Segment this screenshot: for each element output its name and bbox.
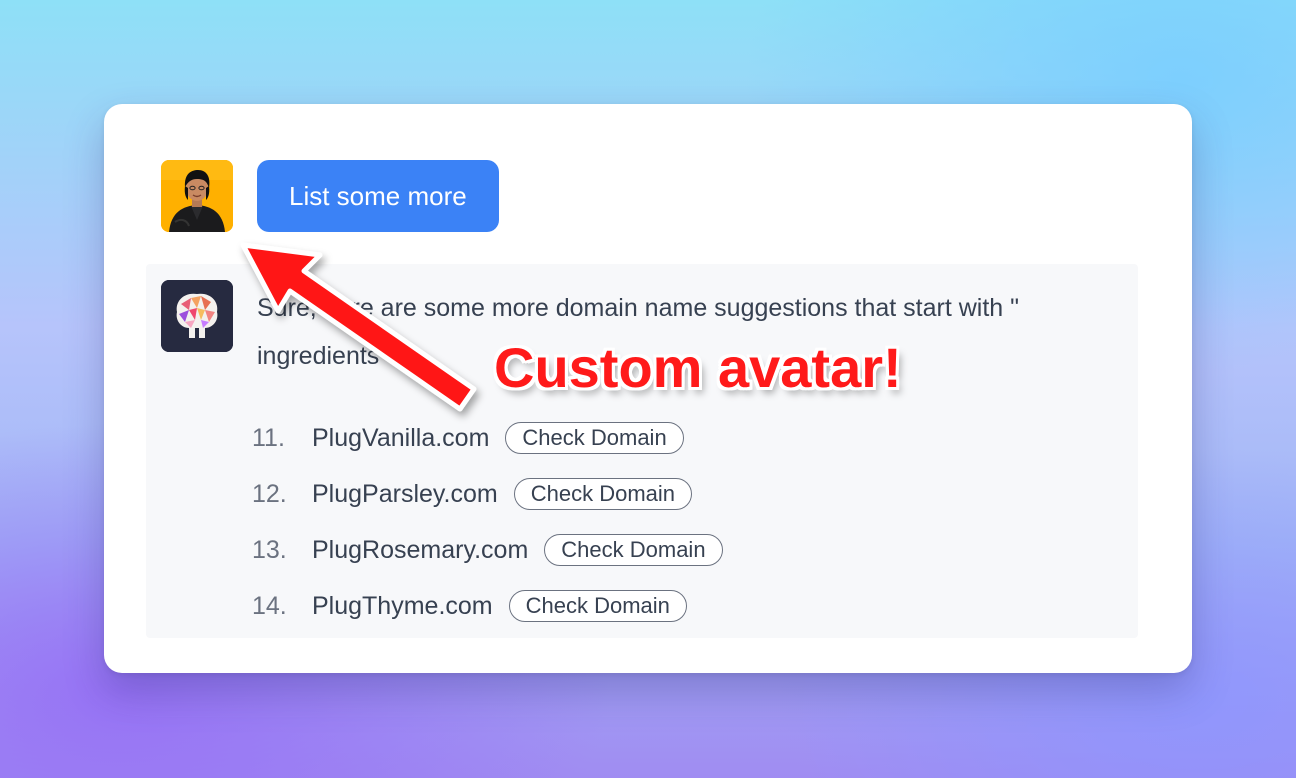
user-avatar (161, 160, 233, 232)
list-item: 12. PlugParsley.com Check Domain (252, 466, 723, 522)
check-domain-button[interactable]: Check Domain (505, 422, 684, 454)
bot-message-row: Sure, here are some more domain name sug… (146, 264, 1138, 638)
user-message-row: List some more (161, 160, 499, 232)
brain-logo-icon (161, 280, 233, 352)
custom-avatar-callout: Custom avatar! (494, 336, 902, 399)
list-item: 13. PlugRosemary.com Check Domain (252, 522, 723, 578)
list-item-number: 11. (252, 423, 285, 452)
list-item: 14. PlugThyme.com Check Domain (252, 578, 723, 634)
list-item: 11. PlugVanilla.com Check Domain (252, 410, 723, 466)
bot-avatar (161, 280, 233, 352)
domain-suggestions-list: 11. PlugVanilla.com Check Domain 12. Plu… (252, 410, 723, 634)
check-domain-button[interactable]: Check Domain (513, 478, 692, 510)
bot-message-line-1: Sure, here are some more domain name sug… (257, 294, 1020, 322)
list-item-number: 14. (252, 591, 287, 620)
domain-name: PlugVanilla.com (312, 423, 490, 452)
domain-name: PlugParsley.com (312, 479, 498, 508)
domain-name: PlugThyme.com (312, 591, 493, 620)
user-message-bubble: List some more (257, 160, 499, 232)
list-item-number: 13. (252, 535, 287, 564)
check-domain-button[interactable]: Check Domain (544, 534, 723, 566)
user-photo-icon (161, 160, 233, 232)
check-domain-button[interactable]: Check Domain (508, 590, 687, 622)
domain-name: PlugRosemary.com (312, 535, 529, 564)
list-item-number: 12. (252, 479, 287, 508)
